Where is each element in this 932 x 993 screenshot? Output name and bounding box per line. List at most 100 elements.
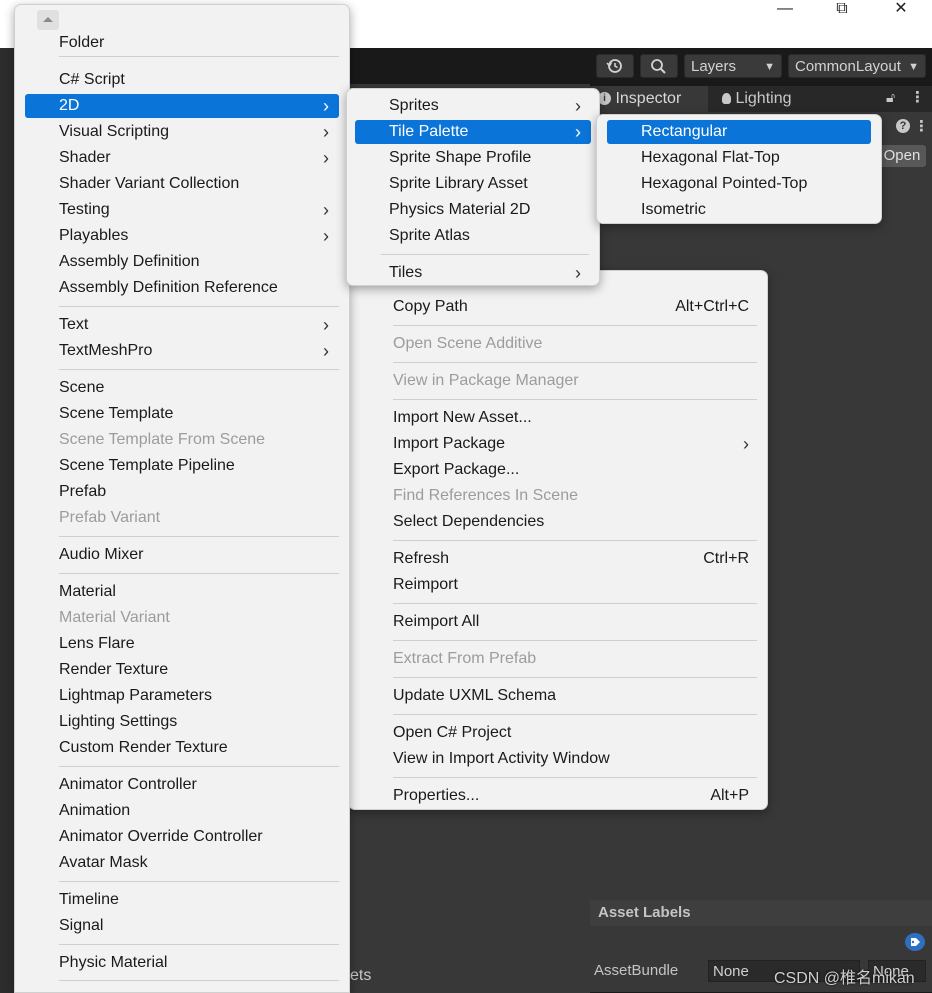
menu-item-visual-scripting[interactable]: Visual Scripting › <box>25 120 339 144</box>
menu-item-material[interactable]: Material <box>25 580 339 604</box>
history-button[interactable] <box>596 54 634 78</box>
menu-item-animation[interactable]: Animation <box>25 799 339 823</box>
scroll-up-button[interactable] <box>37 10 59 30</box>
menu-item-scene-template-from-scene: Scene Template From Scene <box>25 428 339 452</box>
chevron-right-icon: › <box>575 122 581 142</box>
menu-item-custom-render-texture[interactable]: Custom Render Texture <box>25 736 339 760</box>
tag-icon[interactable] <box>905 933 925 951</box>
menu-item-shader[interactable]: Shader › <box>25 146 339 170</box>
layout-label: CommonLayout <box>795 58 901 75</box>
menu-item-sprites[interactable]: Sprites › <box>355 94 591 118</box>
open-button[interactable]: Open <box>878 145 926 167</box>
tab-inspector[interactable]: i Inspector <box>590 86 708 112</box>
search-button[interactable] <box>640 54 678 78</box>
menu-item-label: Hexagonal Flat-Top <box>641 149 780 166</box>
menu-item-tiles[interactable]: Tiles › <box>355 261 591 285</box>
menu-item-c-script[interactable]: C# Script <box>25 68 339 92</box>
menu-item-lens-flare[interactable]: Lens Flare <box>25 632 339 656</box>
menu-item-properties[interactable]: Properties... Alt+P <box>359 784 759 808</box>
menu-item-import-package[interactable]: Import Package › <box>359 432 759 456</box>
menu-item-open-c-project[interactable]: Open C# Project <box>359 721 759 745</box>
menu-item-update-uxml-schema[interactable]: Update UXML Schema <box>359 684 759 708</box>
menu-item-label: Visual Scripting <box>59 123 169 140</box>
menu-item-copy-path[interactable]: Copy Path Alt+Ctrl+C <box>359 295 759 319</box>
chevron-right-icon: › <box>323 226 329 246</box>
menu-item-textmeshpro[interactable]: TextMeshPro › <box>25 339 339 363</box>
menu-item-lightmap-parameters[interactable]: Lightmap Parameters <box>25 684 339 708</box>
menu-item-prefab[interactable]: Prefab <box>25 480 339 504</box>
close-button[interactable]: ✕ <box>878 0 924 18</box>
menu-item-2d[interactable]: 2D › <box>25 94 339 118</box>
menu-item-sprite-shape-profile[interactable]: Sprite Shape Profile <box>355 146 591 170</box>
menu-item-label: Reimport <box>393 576 458 593</box>
menu-item-assembly-definition[interactable]: Assembly Definition <box>25 250 339 274</box>
menu-item-signal[interactable]: Signal <box>25 914 339 938</box>
menu-separator <box>393 540 757 541</box>
menu-item-view-in-import-activity-window[interactable]: View in Import Activity Window <box>359 747 759 771</box>
menu-item-physic-material[interactable]: Physic Material <box>25 951 339 975</box>
menu-item-folder[interactable]: Folder <box>25 31 339 55</box>
restore-button[interactable]: ⧉ <box>819 0 865 18</box>
menu-item-timeline[interactable]: Timeline <box>25 888 339 912</box>
menu-item-label: Sprite Shape Profile <box>389 149 532 166</box>
menu-item-label: Hexagonal Pointed-Top <box>641 175 808 192</box>
search-icon <box>651 59 666 74</box>
menu-item-hexagonal-pointed-top[interactable]: Hexagonal Pointed-Top <box>607 172 871 196</box>
menu-item-shader-variant-collection[interactable]: Shader Variant Collection <box>25 172 339 196</box>
menu-item-text[interactable]: Text › <box>25 313 339 337</box>
chevron-right-icon: › <box>323 96 329 116</box>
menu-item-sprite-library-asset[interactable]: Sprite Library Asset <box>355 172 591 196</box>
settings-kebab-icon[interactable]: ⋮ <box>914 117 929 135</box>
menu-item-scene[interactable]: Scene <box>25 376 339 400</box>
menu-item-isometric[interactable]: Isometric <box>607 198 871 222</box>
menu-separator <box>393 603 757 604</box>
menu-item-refresh[interactable]: Refresh Ctrl+R <box>359 547 759 571</box>
menu-item-sprite-atlas[interactable]: Sprite Atlas <box>355 224 591 248</box>
submenu-2d: Sprites › Tile Palette › Sprite Shape Profil… <box>346 88 600 286</box>
menu-item-physics-material-2d[interactable]: Physics Material 2D <box>355 198 591 222</box>
tab-lighting[interactable]: Lighting <box>714 86 824 112</box>
menu-item-animator-override-controller[interactable]: Animator Override Controller <box>25 825 339 849</box>
asset-labels-header: Asset Labels <box>590 900 932 926</box>
menu-item-label: Tile Palette <box>389 123 469 140</box>
menu-item-label: Playables <box>59 227 129 244</box>
layout-dropdown[interactable]: CommonLayout ▼ <box>788 54 926 78</box>
lock-icon[interactable]: 🔓︎ <box>886 89 895 106</box>
menu-item-reimport[interactable]: Reimport <box>359 573 759 597</box>
menu-item-playables[interactable]: Playables › <box>25 224 339 248</box>
menu-item-select-dependencies[interactable]: Select Dependencies <box>359 510 759 534</box>
menu-item-tile-palette[interactable]: Tile Palette › <box>355 120 591 144</box>
menu-item-export-package[interactable]: Export Package... <box>359 458 759 482</box>
menu-item-hexagonal-flat-top[interactable]: Hexagonal Flat-Top <box>607 146 871 170</box>
kebab-menu-icon[interactable]: ⋮ <box>910 88 925 106</box>
help-icon[interactable]: ? <box>896 119 910 133</box>
minimize-button[interactable]: — <box>762 0 808 18</box>
chevron-down-icon: ▼ <box>908 61 919 73</box>
menu-item-open-scene-additive: Open Scene Additive <box>359 332 759 356</box>
menu-item-label: Assembly Definition Reference <box>59 279 278 296</box>
menu-item-label: Import New Asset... <box>393 409 532 426</box>
menu-item-label: Lens Flare <box>59 635 135 652</box>
menu-item-scene-template-pipeline[interactable]: Scene Template Pipeline <box>25 454 339 478</box>
menu-item-label: Scene <box>59 379 105 396</box>
menu-item-render-texture[interactable]: Render Texture <box>25 658 339 682</box>
menu-item-material-variant: Material Variant <box>25 606 339 630</box>
menu-item-reimport-all[interactable]: Reimport All <box>359 610 759 634</box>
menu-item-lighting-settings[interactable]: Lighting Settings <box>25 710 339 734</box>
menu-item-scene-template[interactable]: Scene Template <box>25 402 339 426</box>
menu-item-assembly-definition-reference[interactable]: Assembly Definition Reference <box>25 276 339 300</box>
menu-item-avatar-mask[interactable]: Avatar Mask <box>25 851 339 875</box>
menu-item-shortcut: Alt+Ctrl+C <box>675 298 749 315</box>
menu-item-testing[interactable]: Testing › <box>25 198 339 222</box>
menu-item-audio-mixer[interactable]: Audio Mixer <box>25 543 339 567</box>
chevron-right-icon: › <box>743 434 749 454</box>
menu-item-view-in-package-manager: View in Package Manager <box>359 369 759 393</box>
menu-item-label: Open C# Project <box>393 724 512 741</box>
layers-dropdown[interactable]: Layers ▼ <box>684 54 782 78</box>
menu-item-animator-controller[interactable]: Animator Controller <box>25 773 339 797</box>
chevron-right-icon: › <box>323 122 329 142</box>
menu-item-label: Shader Variant Collection <box>59 175 240 192</box>
menu-item-rectangular[interactable]: Rectangular <box>607 120 871 144</box>
menu-item-label: Tiles <box>389 264 423 281</box>
menu-item-import-new-asset[interactable]: Import New Asset... <box>359 406 759 430</box>
